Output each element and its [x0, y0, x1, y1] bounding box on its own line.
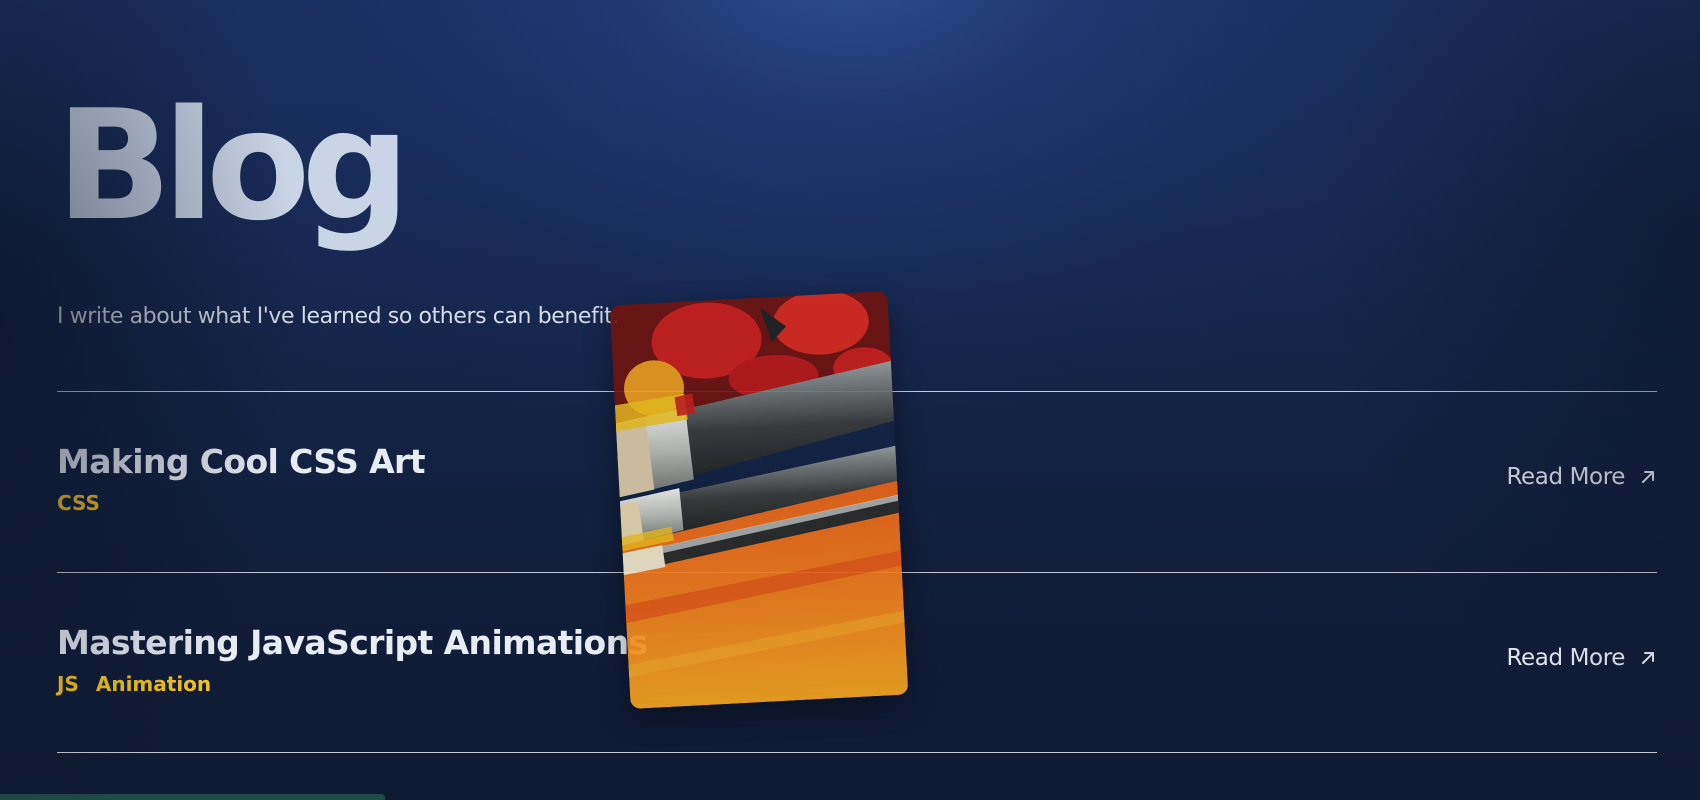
read-more-label: Read More — [1506, 645, 1625, 671]
tag-js[interactable]: JS — [57, 672, 79, 696]
arrow-up-right-icon — [1642, 471, 1654, 483]
read-more-link[interactable]: Read More — [1506, 645, 1657, 671]
page-subtitle: I write about what I've learned so other… — [57, 304, 619, 329]
read-more-link[interactable]: Read More — [1506, 464, 1657, 490]
post-tags: JS Animation — [57, 672, 211, 696]
page-title: Blog — [56, 77, 410, 254]
post-title[interactable]: Mastering JavaScript Animations — [57, 623, 648, 662]
tag-animation[interactable]: Animation — [96, 672, 211, 696]
scroll-progress-bar — [0, 794, 385, 800]
post-tags: CSS — [57, 491, 100, 515]
arrow-up-right-icon — [1642, 652, 1654, 664]
post-preview-image — [609, 291, 909, 709]
paint-brushes-image — [609, 291, 909, 709]
divider — [57, 752, 1657, 753]
tag-css[interactable]: CSS — [57, 491, 100, 515]
post-title[interactable]: Making Cool CSS Art — [57, 442, 426, 481]
read-more-label: Read More — [1506, 464, 1625, 490]
